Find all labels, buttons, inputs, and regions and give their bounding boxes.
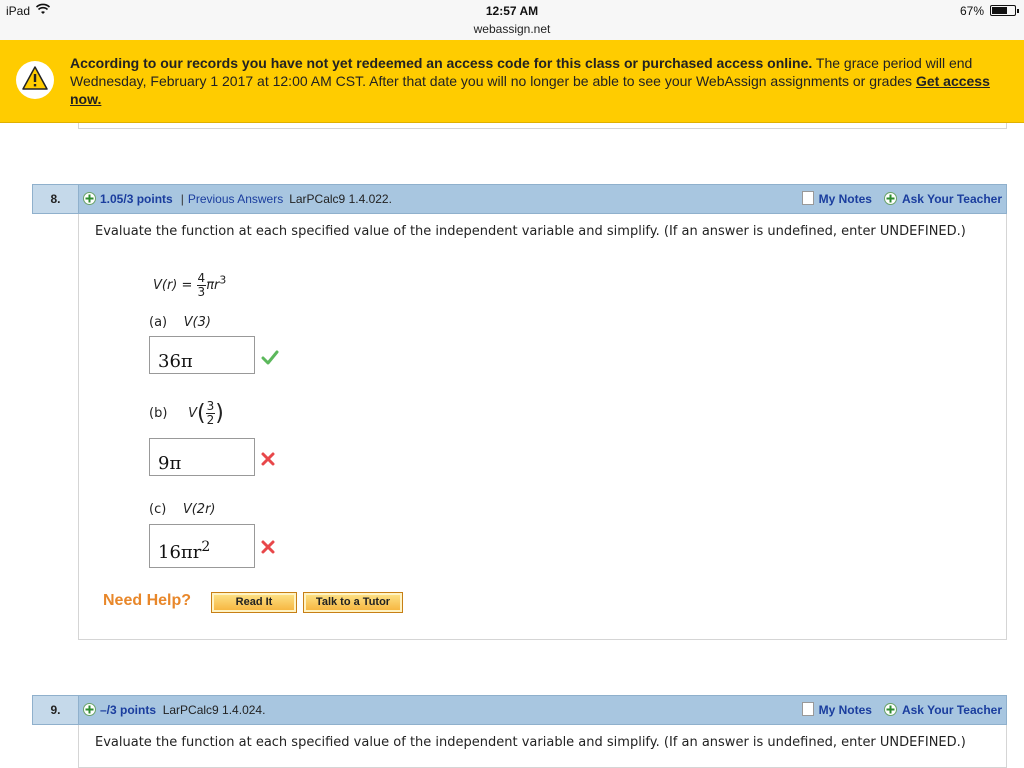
my-notes-link[interactable]: My Notes bbox=[819, 703, 872, 717]
notes-icon[interactable] bbox=[801, 702, 814, 717]
part-b-fraction: 32 bbox=[205, 399, 216, 427]
question-code: LarPCalc9 1.4.022. bbox=[289, 192, 392, 206]
formula-exponent: 3 bbox=[219, 273, 227, 287]
banner-bold-text: According to our records you have not ye… bbox=[70, 55, 813, 71]
function-formula: V(r) = 4 3 πr3 bbox=[153, 272, 226, 299]
header-separator: | bbox=[180, 192, 184, 206]
question-number: 9. bbox=[33, 696, 79, 724]
read-it-button[interactable]: Read It bbox=[211, 592, 297, 613]
question-header: 8. 1.05/3 points | Previous Answers LarPCal… bbox=[32, 184, 1007, 214]
formula-lhs: V(r) = bbox=[153, 278, 197, 293]
clock: 12:57 AM bbox=[485, 4, 539, 18]
part-b-function: V bbox=[188, 406, 197, 421]
previous-answers-link[interactable]: Previous Answers bbox=[188, 192, 283, 206]
expand-plus-icon[interactable] bbox=[83, 192, 96, 206]
fraction-denominator: 2 bbox=[206, 413, 215, 427]
previous-question-card bbox=[78, 123, 1007, 129]
question-prompt: Evaluate the function at each specified … bbox=[95, 224, 966, 239]
fraction-numerator: 3 bbox=[205, 399, 216, 414]
fraction-denominator: 3 bbox=[197, 285, 206, 299]
access-warning-banner: According to our records you have not ye… bbox=[0, 40, 1024, 123]
answer-input-c[interactable]: 16πr2 bbox=[149, 524, 255, 568]
ask-teacher-plus-icon[interactable] bbox=[883, 192, 897, 206]
close-paren: ) bbox=[215, 401, 224, 426]
answer-value: 9π bbox=[158, 453, 182, 474]
answer-value: 16πr bbox=[158, 542, 202, 563]
part-a-argument: V(3) bbox=[183, 315, 211, 330]
formula-rhs: πr bbox=[206, 278, 220, 293]
my-notes-link[interactable]: My Notes bbox=[819, 192, 872, 206]
answer-input-b[interactable]: 9π bbox=[149, 438, 255, 476]
part-c-argument: V(2r) bbox=[182, 502, 216, 517]
warning-icon bbox=[16, 61, 54, 99]
answer-input-a[interactable]: 36π bbox=[149, 336, 255, 374]
talk-to-tutor-button[interactable]: Talk to a Tutor bbox=[303, 592, 403, 613]
part-letter: (a) bbox=[149, 315, 168, 330]
answer-exponent: 2 bbox=[201, 539, 211, 555]
question-code: LarPCalc9 1.4.024. bbox=[162, 703, 266, 717]
part-b-label: (b) V(3 2) bbox=[149, 400, 224, 427]
question-prompt: Evaluate the function at each specified … bbox=[95, 735, 966, 750]
part-letter: (c) bbox=[149, 502, 167, 517]
ask-teacher-plus-icon[interactable] bbox=[883, 703, 897, 717]
battery-icon bbox=[990, 5, 1019, 16]
notes-icon[interactable] bbox=[801, 191, 814, 206]
formula-fraction: 43 bbox=[196, 271, 207, 299]
status-bar: iPad 12:57 AM webassign.net 67% bbox=[0, 0, 1024, 40]
question-header: 9. –/3 points LarPCalc9 1.4.024. My Note… bbox=[32, 695, 1007, 725]
question-number: 8. bbox=[33, 185, 79, 213]
part-c-label: (c) V(2r) bbox=[149, 502, 215, 517]
incorrect-x-icon bbox=[261, 540, 275, 554]
banner-message: According to our records you have not ye… bbox=[70, 54, 1014, 108]
battery-percent: 67% bbox=[959, 4, 984, 18]
ask-teacher-link[interactable]: Ask Your Teacher bbox=[902, 703, 1002, 717]
question-body: Evaluate the function at each specified … bbox=[78, 725, 1007, 768]
incorrect-x-icon bbox=[261, 452, 275, 466]
part-letter: (b) bbox=[149, 406, 168, 421]
correct-check-icon bbox=[261, 350, 279, 365]
answer-value: 36π bbox=[158, 351, 193, 372]
question-points: 1.05/3 points bbox=[100, 192, 173, 206]
question-body: Evaluate the function at each specified … bbox=[78, 214, 1007, 640]
open-paren: ( bbox=[196, 401, 206, 426]
need-help-label: Need Help? bbox=[103, 592, 192, 609]
fraction-numerator: 4 bbox=[196, 271, 207, 286]
expand-plus-icon[interactable] bbox=[83, 703, 96, 717]
part-a-label: (a) V(3) bbox=[149, 315, 211, 330]
address-bar-url[interactable]: webassign.net bbox=[0, 22, 1024, 36]
ask-teacher-link[interactable]: Ask Your Teacher bbox=[902, 192, 1002, 206]
question-points: –/3 points bbox=[100, 703, 157, 717]
